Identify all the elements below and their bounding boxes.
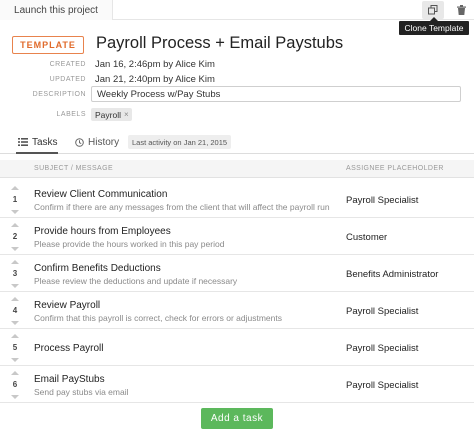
assignee-column-header: ASSIGNEE PLACEHOLDER <box>346 165 444 172</box>
clone-template-tooltip: Clone Template <box>399 17 469 35</box>
reorder-handle[interactable]: 6 <box>9 371 21 399</box>
task-row[interactable]: 5 Process Payroll Payroll Specialist <box>0 330 474 366</box>
task-row[interactable]: 3 Confirm Benefits Deductions Please rev… <box>0 256 474 292</box>
last-activity-badge: Last activity on Jan 21, 2015 <box>128 135 232 149</box>
move-down-icon[interactable] <box>11 284 19 288</box>
remove-label-icon[interactable]: × <box>124 110 129 119</box>
task-message: Confirm that this payroll is correct, ch… <box>34 313 282 323</box>
delete-template-button[interactable] <box>452 1 470 19</box>
task-subject: Email PayStubs <box>34 374 105 385</box>
active-tab-indicator <box>16 152 58 154</box>
task-number: 3 <box>12 269 18 278</box>
tab-history[interactable]: History <box>75 134 119 150</box>
description-field[interactable]: Weekly Process w/Pay Stubs <box>91 86 461 102</box>
page-title: Payroll Process + Email Paystubs <box>96 34 344 52</box>
task-assignee: Payroll Specialist <box>346 343 419 354</box>
reorder-handle[interactable]: 5 <box>9 334 21 362</box>
move-down-icon[interactable] <box>11 358 19 362</box>
move-up-icon[interactable] <box>11 334 19 338</box>
clone-icon <box>428 5 438 15</box>
updated-value: Jan 21, 2:40pm by Alice Kim <box>95 74 215 85</box>
task-subject: Review Client Communication <box>34 189 168 200</box>
reorder-handle[interactable]: 1 <box>9 186 21 214</box>
task-row[interactable]: 1 Review Client Communication Confirm if… <box>0 182 474 218</box>
task-assignee: Customer <box>346 232 388 243</box>
task-row[interactable]: 2 Provide hours from Employees Please pr… <box>0 219 474 255</box>
task-subject: Process Payroll <box>34 343 104 354</box>
task-table-header: SUBJECT / MESSAGE ASSIGNEE PLACEHOLDER <box>0 160 474 178</box>
created-value: Jan 16, 2:46pm by Alice Kim <box>95 59 215 70</box>
move-up-icon[interactable] <box>11 223 19 227</box>
reorder-handle[interactable]: 2 <box>9 223 21 251</box>
task-subject: Review Payroll <box>34 300 101 311</box>
move-down-icon[interactable] <box>11 321 19 325</box>
move-down-icon[interactable] <box>11 395 19 399</box>
task-assignee: Benefits Administrator <box>346 269 439 280</box>
launch-project-button[interactable]: Launch this project <box>0 0 113 20</box>
move-up-icon[interactable] <box>11 186 19 190</box>
reorder-handle[interactable]: 3 <box>9 260 21 288</box>
move-up-icon[interactable] <box>11 260 19 264</box>
task-message: Please review the deductions and update … <box>34 276 238 286</box>
labels-label: LABELS <box>56 111 86 118</box>
top-toolbar: Launch this project <box>0 0 474 20</box>
label-chip-text: Payroll <box>95 109 121 120</box>
tab-history-label: History <box>88 136 120 148</box>
task-assignee: Payroll Specialist <box>346 195 419 206</box>
description-label: DESCRIPTION <box>32 91 86 98</box>
move-up-icon[interactable] <box>11 371 19 375</box>
task-row[interactable]: 4 Review Payroll Confirm that this payro… <box>0 293 474 329</box>
task-message: Confirm if there are any messages from t… <box>34 202 330 212</box>
task-subject: Confirm Benefits Deductions <box>34 263 161 274</box>
reorder-handle[interactable]: 4 <box>9 297 21 325</box>
task-assignee: Payroll Specialist <box>346 306 419 317</box>
task-number: 5 <box>12 343 18 352</box>
task-number: 4 <box>12 306 18 315</box>
clock-icon <box>75 137 84 147</box>
task-row[interactable]: 6 Email PayStubs Send pay stubs via emai… <box>0 367 474 403</box>
add-task-button[interactable]: Add a task <box>201 408 273 429</box>
list-icon <box>18 138 28 146</box>
updated-label: UPDATED <box>49 76 86 83</box>
created-label: CREATED <box>49 61 86 68</box>
task-number: 6 <box>12 380 18 389</box>
task-assignee: Payroll Specialist <box>346 380 419 391</box>
subject-column-header: SUBJECT / MESSAGE <box>34 165 114 172</box>
template-badge: TEMPLATE <box>12 36 84 54</box>
tab-tasks[interactable]: Tasks <box>18 134 58 150</box>
move-up-icon[interactable] <box>11 297 19 301</box>
task-message: Send pay stubs via email <box>34 387 129 397</box>
task-subject: Provide hours from Employees <box>34 226 171 237</box>
move-down-icon[interactable] <box>11 210 19 214</box>
trash-icon <box>456 5 466 15</box>
task-number: 1 <box>12 195 18 204</box>
task-message: Please provide the hours worked in this … <box>34 239 225 249</box>
tab-bar: Tasks History Last activity on Jan 21, 2… <box>0 130 474 154</box>
tab-tasks-label: Tasks <box>32 136 58 148</box>
label-chip-payroll: Payroll × <box>91 108 132 121</box>
move-down-icon[interactable] <box>11 247 19 251</box>
task-number: 2 <box>12 232 18 241</box>
